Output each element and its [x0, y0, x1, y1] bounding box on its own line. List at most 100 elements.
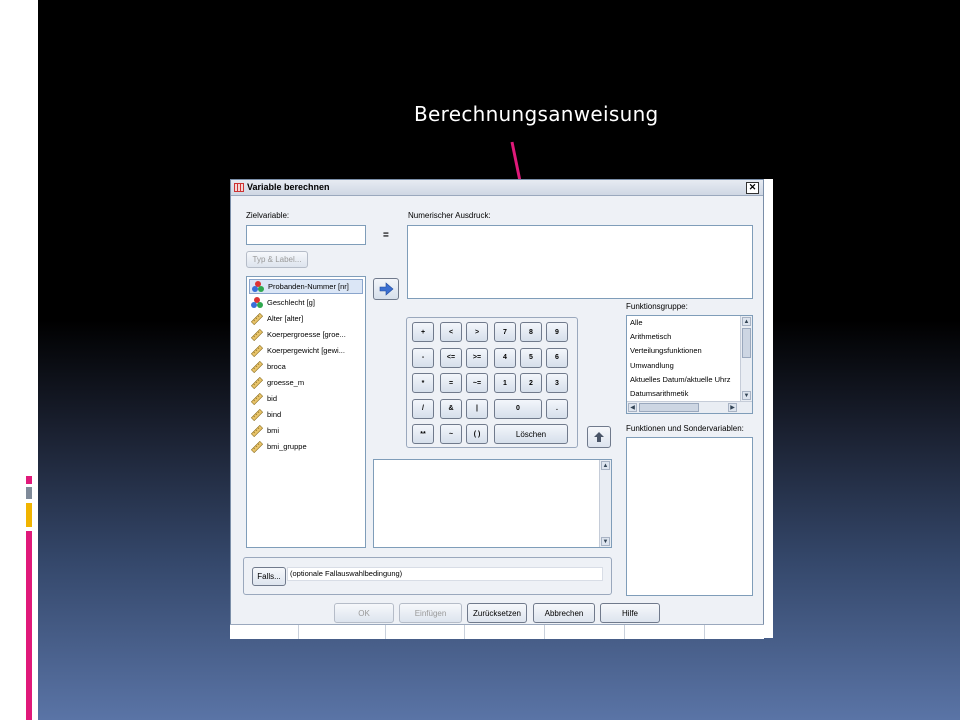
- scroll-down-icon[interactable]: ▼: [742, 391, 751, 400]
- insert-function-button[interactable]: [587, 426, 611, 448]
- variable-list-item[interactable]: Probanden-Nummer [nr]: [249, 279, 363, 294]
- hscroll-thumb[interactable]: [639, 403, 699, 412]
- calc-key[interactable]: >: [466, 322, 488, 342]
- scale-ruler-icon: [250, 424, 264, 437]
- variable-list-item[interactable]: Koerpergroesse [groe...: [249, 327, 363, 342]
- scale-ruler-icon: [250, 440, 264, 453]
- calc-key[interactable]: ~: [440, 424, 462, 444]
- target-variable-label: Zielvariable:: [246, 211, 290, 220]
- move-to-expression-button[interactable]: [373, 278, 399, 300]
- scroll-up-icon[interactable]: ▲: [601, 461, 610, 470]
- calculator-pad: + < >7 8 9 - <= >= 4 5 6 * = ~= 1 2 3 /& | 0. ** ~( ) Löschen: [406, 317, 578, 448]
- variable-label: Alter [alter]: [267, 314, 304, 323]
- calc-key[interactable]: 9: [546, 322, 568, 342]
- function-group-item[interactable]: Umwandlung: [630, 361, 740, 370]
- description-scrollbar[interactable]: ▲ ▼: [599, 460, 611, 547]
- scale-ruler-icon: [250, 328, 264, 341]
- scale-ruler-icon: [250, 392, 264, 405]
- compute-variable-dialog: Variable berechnen ✕ Zielvariable: Typ &…: [230, 179, 764, 638]
- variable-list-item[interactable]: Alter [alter]: [249, 311, 363, 326]
- function-description-box: ▲ ▼: [373, 459, 612, 548]
- variable-label: broca: [267, 362, 286, 371]
- variable-list-item[interactable]: bind: [249, 407, 363, 422]
- scale-ruler-icon: [250, 360, 264, 373]
- function-group-item[interactable]: Arithmetisch: [630, 332, 740, 341]
- source-variable-list[interactable]: Probanden-Nummer [nr] Geschlecht [g] Alter…: [246, 276, 366, 548]
- variable-list-item[interactable]: bmi_gruppe: [249, 439, 363, 454]
- variable-label: bmi_gruppe: [267, 442, 307, 451]
- calc-key[interactable]: 8: [520, 322, 542, 342]
- function-group-item[interactable]: Datumsarithmetik: [630, 389, 740, 398]
- calc-key[interactable]: **: [412, 424, 434, 444]
- calc-key[interactable]: |: [466, 398, 488, 419]
- dialog-titlebar: Variable berechnen ✕: [231, 180, 763, 196]
- up-arrow-icon: [594, 432, 604, 442]
- close-icon[interactable]: ✕: [746, 182, 759, 194]
- variable-label: Geschlecht [g]: [267, 298, 315, 307]
- calc-key[interactable]: 4: [494, 347, 516, 368]
- calc-key[interactable]: <=: [440, 347, 462, 368]
- target-variable-input[interactable]: [246, 225, 366, 245]
- if-condition-text: (optionale Fallauswahlbedingung): [287, 567, 603, 581]
- variable-list-item[interactable]: Geschlecht [g]: [249, 295, 363, 310]
- scale-ruler-icon: [250, 408, 264, 421]
- ok-button[interactable]: OK: [334, 603, 394, 623]
- variable-list-item[interactable]: Koerpergewicht [gewi...: [249, 343, 363, 358]
- calc-key[interactable]: ( ): [466, 424, 488, 444]
- calc-key[interactable]: 1: [494, 373, 516, 393]
- function-group-list[interactable]: ▲ ▼ ◀ ▶ Alle Arithmetisch Verteilungsfunkt…: [626, 315, 753, 414]
- variable-label: Probanden-Nummer [nr]: [268, 282, 349, 291]
- help-button[interactable]: Hilfe: [600, 603, 660, 623]
- calc-key[interactable]: &: [440, 398, 462, 419]
- calc-key[interactable]: 5: [520, 347, 542, 368]
- calc-key[interactable]: <: [440, 322, 462, 342]
- function-group-scrollbar[interactable]: ▲ ▼: [740, 316, 752, 401]
- variable-list-item[interactable]: groesse_m: [249, 375, 363, 390]
- function-group-item[interactable]: Verteilungsfunktionen: [630, 346, 740, 355]
- function-group-hscrollbar[interactable]: ◀ ▶: [627, 401, 752, 413]
- scale-ruler-icon: [250, 344, 264, 357]
- numeric-expression-label: Numerischer Ausdruck:: [408, 211, 491, 220]
- calc-key[interactable]: +: [412, 322, 434, 342]
- if-button[interactable]: Falls...: [252, 567, 286, 586]
- paste-button[interactable]: Einfügen: [399, 603, 462, 623]
- right-arrow-icon: [379, 282, 394, 296]
- dialog-title: Variable berechnen: [247, 182, 330, 192]
- scroll-up-icon[interactable]: ▲: [742, 317, 751, 326]
- calc-key[interactable]: 2: [520, 373, 542, 393]
- variable-label: Koerpergewicht [gewi...: [267, 346, 345, 355]
- nominal-icon: [252, 280, 264, 293]
- calc-key[interactable]: 7: [494, 322, 516, 342]
- type-label-button[interactable]: Typ & Label...: [246, 251, 308, 268]
- scroll-right-icon[interactable]: ▶: [728, 403, 737, 412]
- function-group-item[interactable]: Alle: [630, 318, 740, 327]
- calc-key[interactable]: >=: [466, 347, 488, 368]
- calc-key[interactable]: 6: [546, 347, 568, 368]
- functions-special-vars-list[interactable]: [626, 437, 753, 596]
- scroll-left-icon[interactable]: ◀: [628, 403, 637, 412]
- calc-key[interactable]: =: [440, 373, 462, 393]
- background-data-grid: [230, 624, 764, 639]
- numeric-expression-input[interactable]: [407, 225, 753, 299]
- calc-key[interactable]: 0: [494, 398, 542, 419]
- reset-button[interactable]: Zurücksetzen: [467, 603, 527, 623]
- spss-app-icon: [234, 183, 244, 192]
- function-group-item[interactable]: Aktuelles Datum/aktuelle Uhrz: [630, 375, 740, 384]
- scale-ruler-icon: [250, 376, 264, 389]
- variable-list-item[interactable]: bid: [249, 391, 363, 406]
- variable-label: Koerpergroesse [groe...: [267, 330, 346, 339]
- equals-sign: =: [383, 230, 389, 241]
- scroll-thumb[interactable]: [742, 328, 751, 358]
- cancel-button[interactable]: Abbrechen: [533, 603, 595, 623]
- scroll-down-icon[interactable]: ▼: [601, 537, 610, 546]
- calc-key[interactable]: ~=: [466, 373, 488, 393]
- calc-key[interactable]: -: [412, 347, 434, 368]
- calc-key[interactable]: Löschen: [494, 424, 568, 444]
- function-group-label: Funktionsgruppe:: [626, 302, 688, 311]
- calc-key[interactable]: *: [412, 373, 434, 393]
- variable-list-item[interactable]: bmi: [249, 423, 363, 438]
- calc-key[interactable]: 3: [546, 373, 568, 393]
- calc-key[interactable]: .: [546, 398, 568, 419]
- calc-key[interactable]: /: [412, 398, 434, 419]
- variable-list-item[interactable]: broca: [249, 359, 363, 374]
